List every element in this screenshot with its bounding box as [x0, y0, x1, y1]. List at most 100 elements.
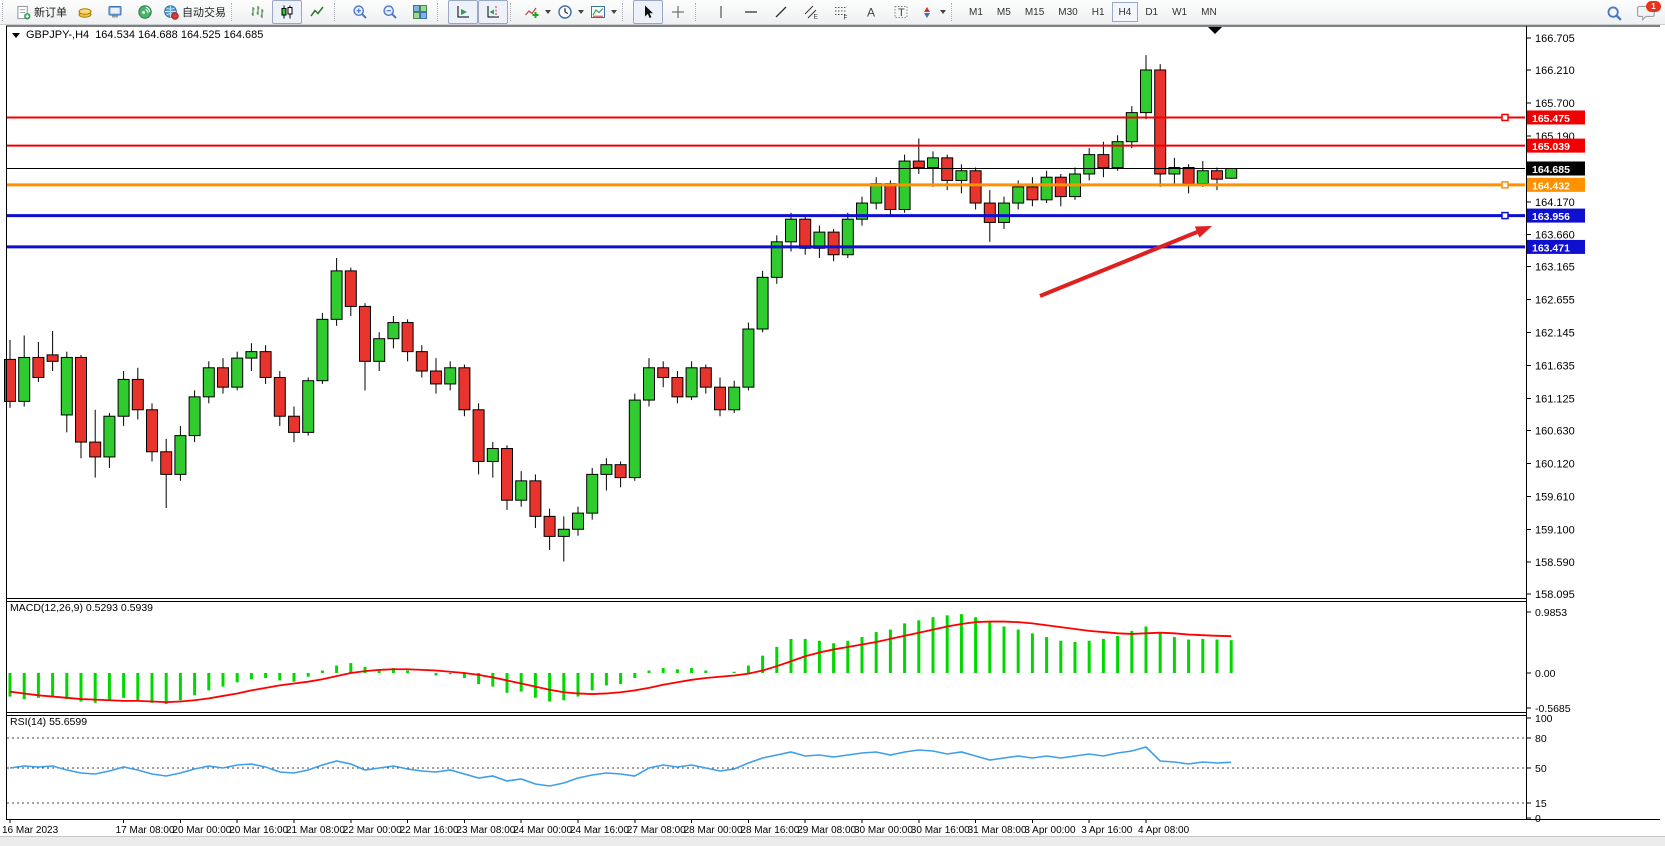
tf-h4[interactable]: H4	[1112, 2, 1139, 22]
autotrading-button[interactable]: 自动交易	[160, 0, 229, 24]
horizontal-line-button[interactable]	[736, 0, 766, 24]
indicators-icon	[524, 4, 540, 20]
tf-w1[interactable]: W1	[1165, 2, 1194, 22]
fibonacci-button[interactable]: F	[826, 0, 856, 24]
text-label-button[interactable]: T	[886, 0, 916, 24]
chart-shift-marker[interactable]	[1208, 27, 1222, 34]
cursor-button[interactable]	[633, 0, 663, 24]
price-tick-label: 166.210	[1535, 65, 1575, 77]
price-tick-label: 163.165	[1535, 262, 1575, 274]
candle	[76, 357, 87, 442]
tf-mn[interactable]: MN	[1194, 2, 1224, 22]
chart-symbol-period: GBPJPY-,H4	[26, 29, 89, 41]
signals-icon	[137, 4, 153, 20]
candle	[1183, 168, 1194, 184]
price-tick-label: 162.655	[1535, 295, 1575, 307]
candle	[402, 323, 413, 352]
templates-button[interactable]	[587, 0, 620, 24]
candle	[1155, 70, 1166, 174]
toolbar-grip[interactable]	[695, 3, 703, 21]
zoom-out-button[interactable]	[375, 0, 405, 24]
chart-canvas[interactable]: 166.705166.210165.700165.190164.170163.6…	[0, 25, 1665, 836]
candle	[743, 329, 754, 387]
templates-icon	[590, 4, 606, 20]
trend-arrow[interactable]	[1040, 232, 1197, 296]
search-button[interactable]	[1599, 1, 1629, 25]
price-line-handle[interactable]	[1502, 213, 1508, 219]
candle	[601, 465, 612, 475]
trendline-button[interactable]	[766, 0, 796, 24]
arrows-shapes-button[interactable]	[916, 0, 949, 24]
price-tick-label: 158.590	[1535, 557, 1575, 569]
equidistant-channel-button[interactable]: E	[796, 0, 826, 24]
text-button[interactable]: A	[856, 0, 886, 24]
price-tag-label: 165.039	[1532, 141, 1570, 153]
price-tick-label: 162.145	[1535, 328, 1575, 340]
tf-m1[interactable]: M1	[962, 2, 990, 22]
trend-arrow-head[interactable]	[1195, 226, 1212, 238]
line-chart-icon	[309, 4, 325, 20]
signals-button[interactable]	[130, 0, 160, 24]
dropdown-caret-icon	[940, 10, 946, 14]
price-tick-label: 161.125	[1535, 393, 1575, 405]
candle	[1027, 187, 1038, 200]
price-line-handle[interactable]	[1502, 114, 1508, 120]
candle	[445, 368, 456, 384]
bar-chart-icon	[249, 4, 265, 20]
candle	[913, 161, 924, 167]
candle	[1226, 168, 1237, 178]
price-tick-label: 160.630	[1535, 425, 1575, 437]
price-tick-label: 159.610	[1535, 491, 1575, 503]
tile-windows-button[interactable]	[405, 0, 435, 24]
tf-h1[interactable]: H1	[1085, 2, 1112, 22]
toolbar-grip[interactable]	[231, 3, 239, 21]
tf-m30[interactable]: M30	[1051, 2, 1084, 22]
toolbar-grip[interactable]	[622, 3, 630, 21]
candle	[388, 323, 399, 339]
candle	[487, 449, 498, 462]
chart-menu-icon[interactable]	[12, 33, 20, 38]
crosshair-button[interactable]	[663, 0, 693, 24]
macd-axis-label: 0.00	[1535, 668, 1556, 680]
data-window-button[interactable]	[100, 0, 130, 24]
notifications-button[interactable]: 1	[1637, 2, 1659, 24]
candle	[459, 368, 470, 410]
rsi-axis-label: 50	[1535, 763, 1547, 775]
candle	[970, 171, 981, 203]
indicators-button[interactable]	[521, 0, 554, 24]
candle	[644, 368, 655, 400]
zoom-out-icon	[382, 4, 398, 20]
periods-button[interactable]	[554, 0, 587, 24]
toolbar-grip[interactable]	[2, 3, 10, 21]
tf-m5[interactable]: M5	[990, 2, 1018, 22]
vertical-line-button[interactable]	[706, 0, 736, 24]
toolbar-grip[interactable]	[951, 3, 959, 21]
tf-d1[interactable]: D1	[1138, 2, 1165, 22]
candle	[672, 377, 683, 396]
candle	[104, 416, 115, 457]
toolbar: 新订单	[0, 0, 1665, 25]
candle	[984, 203, 995, 222]
new-order-button[interactable]: 新订单	[13, 0, 70, 24]
toolbar-grip[interactable]	[334, 3, 342, 21]
chart-shift-button[interactable]	[478, 0, 508, 24]
fibonacci-icon: F	[833, 4, 849, 20]
time-label: 31 Mar 08:00	[968, 825, 1027, 836]
price-line-handle[interactable]	[1502, 182, 1508, 188]
auto-scroll-button[interactable]	[448, 0, 478, 24]
market-watch-button[interactable]	[70, 0, 100, 24]
bar-chart-button[interactable]	[242, 0, 272, 24]
candle	[1141, 70, 1152, 113]
line-chart-button[interactable]	[302, 0, 332, 24]
candle	[1098, 155, 1109, 168]
search-icon	[1606, 5, 1623, 22]
tf-m15[interactable]: M15	[1018, 2, 1051, 22]
candle	[416, 352, 427, 371]
zoom-in-button[interactable]	[345, 0, 375, 24]
candlestick-chart-button[interactable]	[272, 0, 302, 24]
toolbar-grip[interactable]	[510, 3, 518, 21]
price-tag-label: 164.685	[1532, 164, 1570, 176]
toolbar-grip[interactable]	[437, 3, 445, 21]
dropdown-caret-icon	[578, 10, 584, 14]
chart-header: GBPJPY-,H4 164.534 164.688 164.525 164.6…	[12, 29, 263, 41]
